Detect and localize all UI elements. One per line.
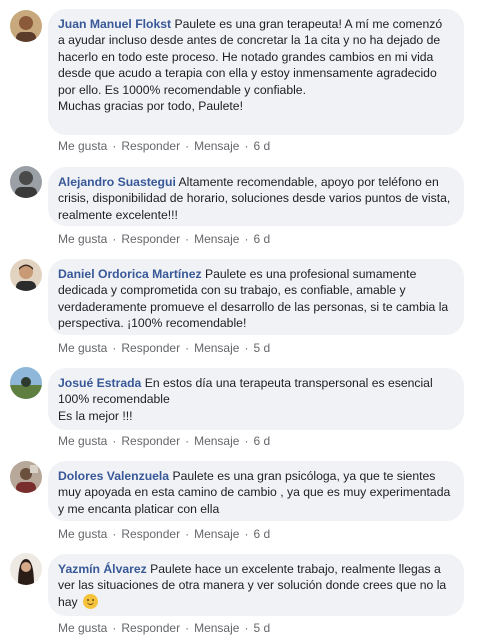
separator: · [244,341,249,355]
separator: · [185,621,190,635]
reply-button[interactable]: Responder [121,621,180,635]
comment-bubble: Juan Manuel Flokst Paulete es una gran t… [48,9,464,135]
like-button[interactable]: Me gusta [58,621,107,635]
comment-author[interactable]: Daniel Ordorica Martínez [58,267,202,281]
timestamp[interactable]: 5 d [253,621,270,635]
avatar[interactable] [10,461,42,493]
separator: · [185,341,190,355]
avatar[interactable] [10,259,42,291]
comment-actions: Me gusta · Responder · Mensaje · 6 d [58,434,270,448]
reply-button[interactable]: Responder [121,527,180,541]
comment-bubble: Josué Estrada En estos día una terapeuta… [48,368,464,430]
comment-actions: Me gusta · Responder · Mensaje · 6 d [58,527,270,541]
reply-button[interactable]: Responder [121,341,180,355]
avatar[interactable] [10,10,42,42]
smiling-face-emoji-icon [83,593,99,609]
separator: · [112,621,117,635]
reply-button[interactable]: Responder [121,434,180,448]
separator: · [185,527,190,541]
like-button[interactable]: Me gusta [58,527,107,541]
reply-button[interactable]: Responder [121,232,180,246]
timestamp[interactable]: 6 d [253,139,270,153]
timestamp[interactable]: 6 d [253,232,270,246]
separator: · [112,139,117,153]
separator: · [244,434,249,448]
message-button[interactable]: Mensaje [194,139,239,153]
comment-actions: Me gusta · Responder · Mensaje · 5 d [58,341,270,355]
separator: · [112,232,117,246]
separator: · [112,341,117,355]
separator: · [185,434,190,448]
reply-button[interactable]: Responder [121,139,180,153]
message-button[interactable]: Mensaje [194,341,239,355]
like-button[interactable]: Me gusta [58,232,107,246]
comment-bubble: Alejandro Suastegui Altamente recomendab… [48,167,464,226]
comment-bubble: Daniel Ordorica Martínez Paulete es una … [48,259,464,335]
comment-bubble: Yazmín Álvarez Paulete hace un excelente… [48,554,464,616]
like-button[interactable]: Me gusta [58,139,107,153]
message-button[interactable]: Mensaje [194,527,239,541]
comment-actions: Me gusta · Responder · Mensaje · 5 d [58,621,270,635]
comment-author[interactable]: Josué Estrada [58,376,141,390]
comment-author[interactable]: Alejandro Suastegui [58,175,176,189]
like-button[interactable]: Me gusta [58,434,107,448]
message-button[interactable]: Mensaje [194,434,239,448]
timestamp[interactable]: 6 d [253,434,270,448]
comment-bubble: Dolores Valenzuela Paulete es una gran p… [48,461,464,521]
comment-text: Paulete es una gran terapeuta! A mí me c… [58,17,443,114]
separator: · [112,527,117,541]
comment-actions: Me gusta · Responder · Mensaje · 6 d [58,232,270,246]
avatar[interactable] [10,166,42,198]
comment-author[interactable]: Juan Manuel Flokst [58,17,171,31]
message-button[interactable]: Mensaje [194,232,239,246]
comment-author[interactable]: Dolores Valenzuela [58,469,169,483]
timestamp[interactable]: 6 d [253,527,270,541]
separator: · [112,434,117,448]
separator: · [185,232,190,246]
separator: · [244,527,249,541]
comment-actions: Me gusta · Responder · Mensaje · 6 d [58,139,270,153]
separator: · [244,621,249,635]
message-button[interactable]: Mensaje [194,621,239,635]
like-button[interactable]: Me gusta [58,341,107,355]
avatar[interactable] [10,553,42,585]
separator: · [185,139,190,153]
separator: · [244,232,249,246]
comment-author[interactable]: Yazmín Álvarez [58,562,147,576]
separator: · [244,139,249,153]
timestamp[interactable]: 5 d [253,341,270,355]
avatar[interactable] [10,367,42,399]
